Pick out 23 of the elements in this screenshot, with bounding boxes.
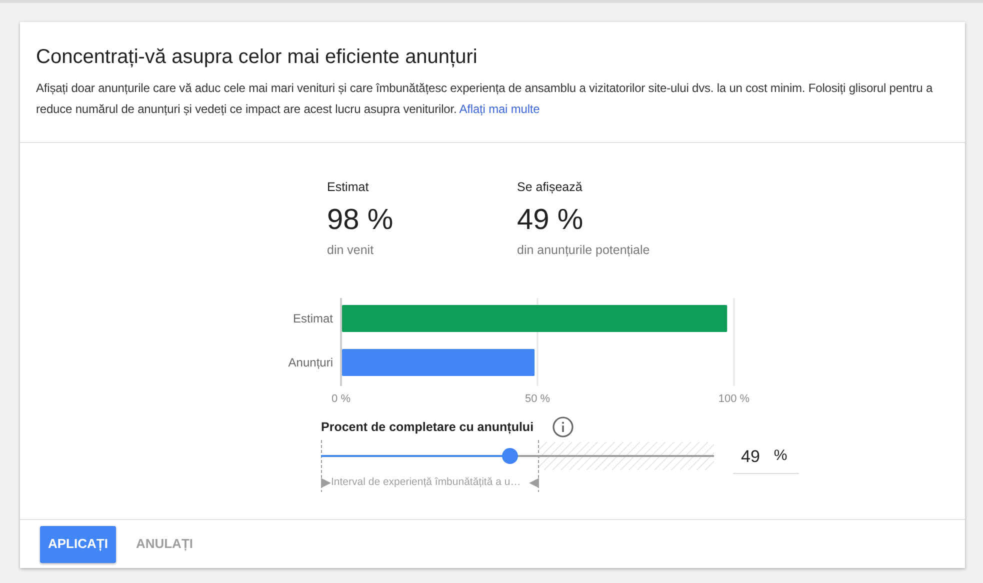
category-label: Estimat bbox=[292, 312, 333, 326]
stat-label: Estimat bbox=[327, 179, 369, 195]
category-label: Anunțuri bbox=[288, 356, 333, 370]
dialog-description: Afișați doar anunțurile care vă aduc cele mai mari venituri și care îmbunătățesc experiența de ansamblu a vizitatorilor site-ului dvs. la un cost minim. Folosiți glisorul pentru a reduce numărul de anunțuri și vedeți ce impact are acest lucru asupra veniturilor. Aflați mai multe bbox=[36, 80, 934, 118]
range-caption: Interval de experiență îmbunătățită a u… bbox=[331, 475, 521, 490]
cancel-button[interactable]: ANULAȚI bbox=[126, 526, 203, 562]
tick-label: 0 % bbox=[332, 393, 350, 405]
tick-label: 50 % bbox=[524, 393, 550, 405]
dialog-title: Concentrați-vă asupra celor mai eficiente anunțuri bbox=[36, 45, 478, 70]
apply-button[interactable]: APLICAȚI bbox=[40, 526, 116, 562]
value-field[interactable]: 49 % bbox=[733, 440, 799, 474]
slider-thumb[interactable] bbox=[502, 448, 518, 464]
value-text: 49 bbox=[741, 446, 760, 468]
stat-caption: din venit bbox=[327, 242, 374, 258]
unit-label: % bbox=[774, 446, 788, 466]
stat-value: 49 % bbox=[517, 203, 584, 238]
stat-value: 98 % bbox=[327, 203, 394, 238]
stat-caption: din anunțurile potențiale bbox=[517, 242, 650, 258]
tick-label: 100 % bbox=[718, 393, 750, 405]
slider-label: Procent de completare cu anunțului bbox=[321, 418, 534, 436]
learn-more-link[interactable]: Aflați mai multe bbox=[459, 102, 540, 116]
info-icon[interactable] bbox=[552, 416, 574, 438]
stat-label: Se afișează bbox=[517, 179, 582, 195]
